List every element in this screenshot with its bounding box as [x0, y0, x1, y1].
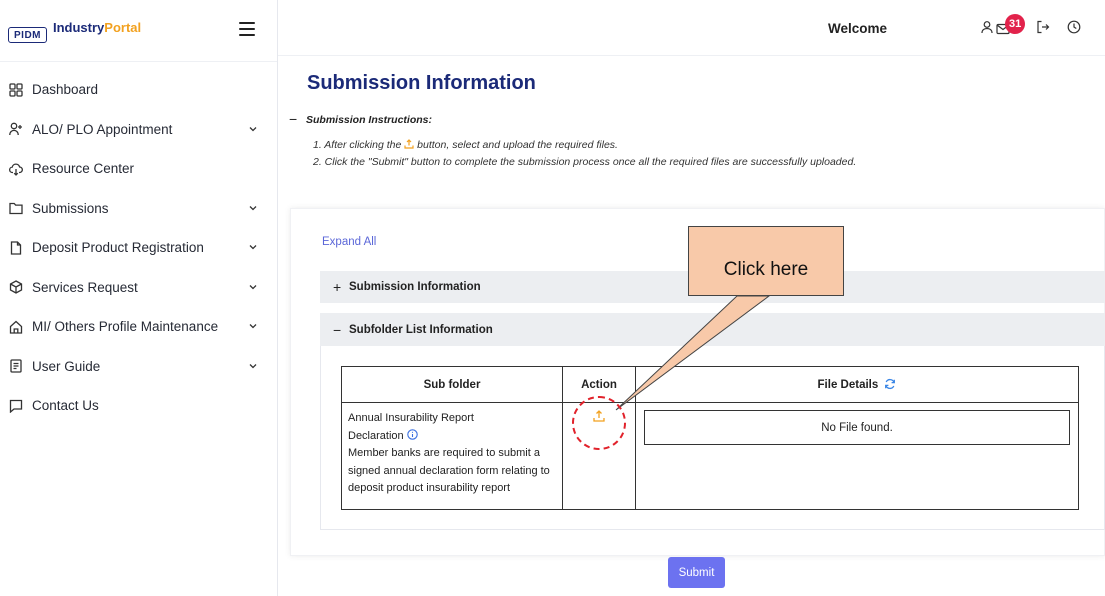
column-header-subfolder: Sub folder [341, 366, 563, 403]
sidebar-item-label: ALO/ PLO Appointment [32, 121, 173, 137]
instruction-line-1-end: button, select and upload the required f… [417, 139, 618, 151]
sidebar-item-dashboard[interactable]: Dashboard [0, 70, 277, 110]
sidebar-item-mi-others-profile-maintenance[interactable]: MI/ Others Profile Maintenance [0, 307, 277, 347]
welcome-text: Welcome [828, 21, 888, 36]
info-icon[interactable] [406, 428, 418, 440]
clock-icon[interactable] [1067, 20, 1081, 34]
sidebar-item-label: Contact Us [32, 398, 99, 414]
sidebar-item-deposit-product-registration[interactable]: Deposit Product Registration [0, 228, 277, 268]
sidebar-nav: Dashboard ALO/ PLO Appointment Resource … [0, 70, 277, 426]
folder-icon [9, 201, 23, 215]
sidebar-item-contact-us[interactable]: Contact Us [0, 386, 277, 426]
submit-button[interactable]: Submit [668, 557, 725, 588]
document-icon [9, 241, 23, 255]
expand-all-link[interactable]: Expand All [322, 236, 376, 248]
column-header-file-details: File Details [635, 366, 1079, 403]
grid-icon [9, 83, 23, 97]
sidebar-item-label: Submissions [32, 200, 109, 216]
chevron-down-icon[interactable] [249, 243, 257, 251]
subfolder-name-line1: Annual Insurability Report [348, 412, 474, 424]
sidebar-item-submissions[interactable]: Submissions [0, 189, 277, 229]
subfolder-description: Member banks are required to submit a si… [348, 447, 550, 494]
chevron-down-icon[interactable] [249, 322, 257, 330]
callout-label: Click here [688, 226, 844, 296]
no-file-message: No File found. [644, 410, 1070, 445]
hamburger-menu-icon[interactable] [239, 22, 255, 36]
logo-text: IndustryPortal [53, 20, 141, 35]
app-root: PIDM IndustryPortal Dashboard ALO/ PLO A… [0, 0, 1105, 596]
subfolder-table: Sub folder Action File Details Annual In… [341, 366, 1079, 510]
expand-icon: + [333, 279, 342, 295]
page-title: Submission Information [307, 72, 536, 94]
sidebar-item-label: User Guide [32, 358, 101, 374]
chat-icon [9, 399, 23, 413]
cloud-icon [9, 162, 23, 176]
user-plus-icon [9, 122, 23, 136]
user-icon[interactable] [980, 20, 994, 34]
mail-count-badge: 31 [1005, 14, 1026, 34]
home-icon [9, 320, 23, 334]
logo[interactable]: PIDM IndustryPortal [8, 19, 141, 43]
logo-text-part2: Portal [104, 20, 142, 35]
instruction-line-2: 2. Click the "Submit" button to complete… [313, 156, 857, 168]
instructions-collapse-toggle[interactable]: − [289, 111, 297, 127]
instruction-line-1-start: 1. After clicking the [313, 139, 402, 151]
chevron-down-icon[interactable] [249, 283, 257, 291]
sidebar-item-services-request[interactable]: Services Request [0, 268, 277, 308]
book-icon [9, 359, 23, 373]
logo-text-part1: Industry [53, 20, 105, 35]
instructions-title: Submission Instructions: [306, 114, 433, 126]
sidebar-item-resource-center[interactable]: Resource Center [0, 149, 277, 189]
file-details-cell: No File found. [635, 402, 1079, 510]
chevron-down-icon[interactable] [249, 362, 257, 370]
sidebar-item-label: Deposit Product Registration [32, 240, 204, 256]
accordion-subfolder-list-information[interactable]: − Subfolder List Information [320, 313, 1105, 346]
sidebar: PIDM IndustryPortal Dashboard ALO/ PLO A… [0, 0, 278, 596]
accordion-label: Submission Information [349, 281, 481, 293]
subfolder-name-line2-text: Declaration [348, 429, 404, 442]
upload-icon [404, 139, 414, 149]
cube-icon [9, 280, 23, 294]
subfolder-name-line2: Declaration [348, 428, 556, 446]
refresh-icon[interactable] [884, 378, 896, 390]
subfolder-cell: Annual Insurability Report Declaration M… [341, 402, 563, 510]
sidebar-item-label: Services Request [32, 279, 138, 295]
collapse-icon: − [333, 321, 342, 338]
file-details-label: File Details [817, 379, 879, 391]
topbar: Welcome 31 [278, 0, 1105, 56]
brand: PIDM IndustryPortal [0, 0, 277, 62]
table-row: Annual Insurability Report Declaration M… [341, 402, 1079, 510]
accordion-label: Subfolder List Information [349, 323, 493, 336]
sidebar-item-label: Dashboard [32, 82, 99, 98]
highlight-circle [572, 396, 626, 450]
instruction-line-1: 1. After clicking the button, select and… [313, 139, 618, 151]
sidebar-item-user-guide[interactable]: User Guide [0, 347, 277, 387]
chevron-down-icon[interactable] [249, 125, 257, 133]
sidebar-item-label: MI/ Others Profile Maintenance [32, 319, 219, 335]
logo-box: PIDM [8, 26, 47, 43]
logout-icon[interactable] [1036, 20, 1050, 34]
sidebar-item-label: Resource Center [32, 161, 135, 177]
sidebar-item-alo-plo-appointment[interactable]: ALO/ PLO Appointment [0, 110, 277, 150]
chevron-down-icon[interactable] [249, 204, 257, 212]
